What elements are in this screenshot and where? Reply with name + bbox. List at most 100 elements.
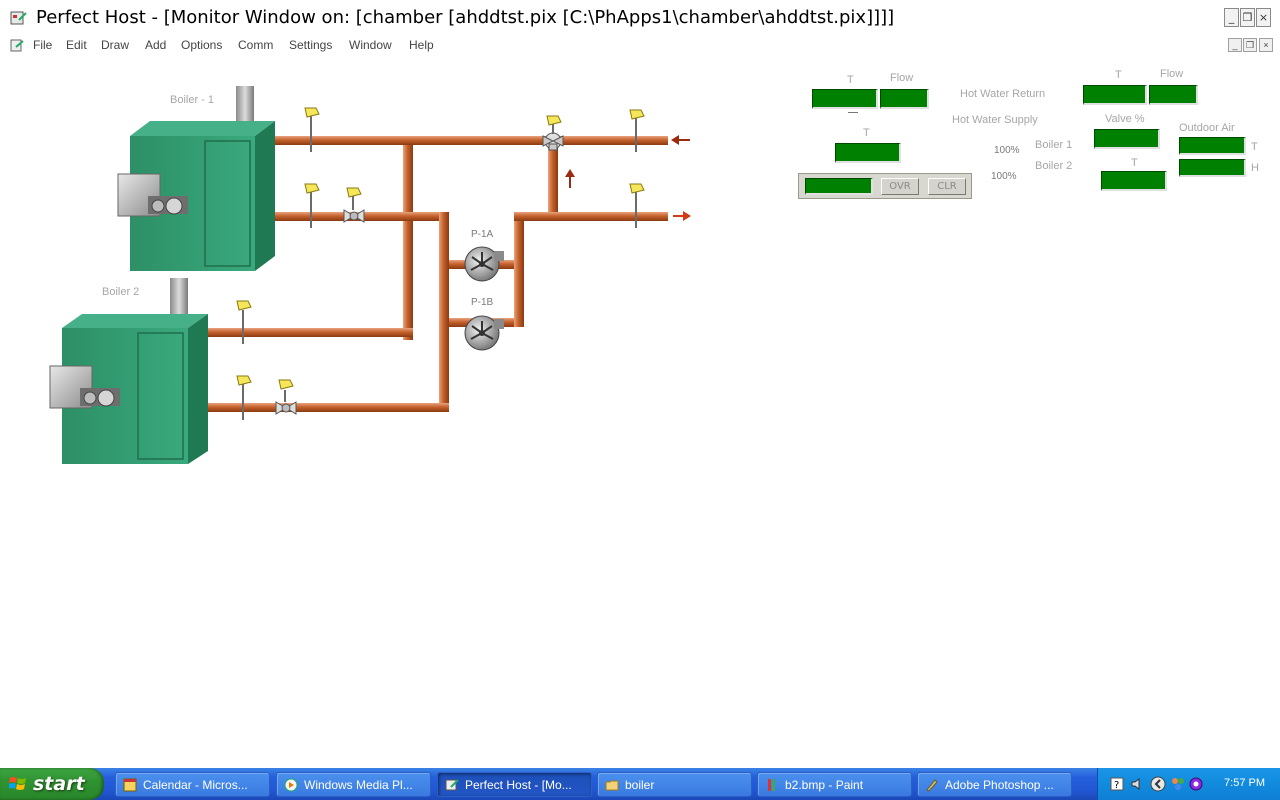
right-t-header: T xyxy=(1115,69,1122,81)
task-label: Calendar - Micros... xyxy=(143,778,248,792)
sensor-hot-water-return[interactable] xyxy=(629,109,645,152)
boiler2-stack xyxy=(170,278,188,318)
menu-comm[interactable]: Comm xyxy=(238,38,273,52)
supply-flow-arrow-icon xyxy=(673,211,691,221)
sensor-boiler1-return[interactable] xyxy=(304,107,320,152)
boiler-piping-diagram xyxy=(49,86,691,464)
close-button[interactable]: × xyxy=(1256,8,1271,27)
task-label: Adobe Photoshop ... xyxy=(945,778,1054,792)
outdoor-t-label: T xyxy=(1251,141,1258,153)
menu-file[interactable]: File xyxy=(33,38,52,52)
task-perfect-host[interactable]: Perfect Host - [Mo... xyxy=(437,772,592,797)
clock: 7:57 PM xyxy=(1224,777,1265,789)
photoshop-icon xyxy=(926,779,938,792)
menu-help[interactable]: Help xyxy=(409,38,434,52)
sensor-hot-water-supply[interactable] xyxy=(629,183,645,228)
boiler1-stack xyxy=(236,86,254,126)
boiler2-return-pipe xyxy=(208,328,413,337)
boiler-2-status-label: Boiler 2 xyxy=(1035,160,1073,172)
right-flow-header: Flow xyxy=(1160,68,1184,80)
back-arrow-icon[interactable] xyxy=(1150,776,1166,792)
hot-water-return-label: Hot Water Return xyxy=(960,88,1046,100)
bypass-pipe xyxy=(548,145,558,212)
mdi-minimize-button[interactable]: _ xyxy=(1228,38,1242,52)
menu-draw[interactable]: Draw xyxy=(101,38,129,52)
three-way-mixing-valve[interactable] xyxy=(542,132,564,151)
boiler2-label: Boiler 2 xyxy=(102,286,140,298)
folder-icon xyxy=(605,780,619,791)
mdi-close-button[interactable]: × xyxy=(1259,38,1273,52)
network-icon[interactable] xyxy=(1170,776,1186,792)
pump-b-label: P-1B xyxy=(471,297,494,308)
taskbar: start Calendar - Micros... Windows Media… xyxy=(0,768,1280,800)
help-icon[interactable]: ? xyxy=(1110,777,1124,791)
outdoor-temp-value xyxy=(1179,137,1246,155)
sensor-boiler1-valve[interactable] xyxy=(346,187,362,210)
pump-b[interactable] xyxy=(464,315,504,351)
sensor-mixing-valve[interactable] xyxy=(546,115,562,134)
start-label: start xyxy=(33,773,85,795)
boiler-1[interactable] xyxy=(117,86,275,271)
restore-button[interactable]: ❐ xyxy=(1240,8,1255,27)
outdoor-air-header: Outdoor Air xyxy=(1179,122,1235,134)
mdi-restore-button[interactable]: ❐ xyxy=(1243,38,1257,52)
task-photoshop[interactable]: Adobe Photoshop ... xyxy=(917,772,1072,797)
task-calendar[interactable]: Calendar - Micros... xyxy=(115,772,270,797)
perfect-host-icon xyxy=(445,779,459,791)
title-bar: Perfect Host - [Monitor Window on: [cham… xyxy=(0,0,1280,38)
task-paint[interactable]: b2.bmp - Paint xyxy=(757,772,912,797)
value-cursor xyxy=(848,112,858,113)
start-button[interactable]: start xyxy=(0,768,104,800)
app-icon[interactable] xyxy=(10,9,28,27)
boiler1-supply-valve[interactable] xyxy=(343,209,365,223)
speaker-icon[interactable] xyxy=(1130,777,1144,791)
bypass-flow-arrow-icon xyxy=(565,169,575,188)
boiler-1-status-value: 100% xyxy=(994,145,1020,156)
supply-header-pipe xyxy=(514,212,668,221)
supply-collector-riser xyxy=(439,212,449,412)
pipe-network xyxy=(208,136,668,412)
menu-settings[interactable]: Settings xyxy=(289,38,332,52)
menu-window[interactable]: Window xyxy=(349,38,392,52)
menu-edit[interactable]: Edit xyxy=(66,38,87,52)
ovr-button[interactable]: OVR xyxy=(881,178,919,195)
hw-return-flow-value xyxy=(1149,85,1198,105)
paint-icon xyxy=(768,779,775,791)
outdoor-humidity-value xyxy=(1179,159,1246,177)
bottom-temp-value xyxy=(1101,171,1167,191)
boiler2-supply-pipe xyxy=(208,403,449,412)
document-icon[interactable] xyxy=(9,38,25,54)
pump-a[interactable] xyxy=(464,246,504,282)
pump-a-label: P-1A xyxy=(471,229,494,240)
valve-percent-value xyxy=(1094,129,1160,149)
system-tray: ? 7:57 PM xyxy=(1097,768,1280,800)
sensor-boiler2-supply[interactable] xyxy=(236,375,252,420)
calendar-icon xyxy=(123,778,137,792)
task-label: b2.bmp - Paint xyxy=(785,778,864,792)
windows-logo-icon xyxy=(9,777,26,790)
return-temp-value xyxy=(812,89,878,109)
task-boiler-folder[interactable]: boiler xyxy=(597,772,752,797)
sensor-boiler2-valve[interactable] xyxy=(278,379,294,402)
menu-options[interactable]: Options xyxy=(181,38,222,52)
boiler-2[interactable] xyxy=(49,278,208,464)
valve-percent-header: Valve % xyxy=(1105,113,1145,125)
task-label: Windows Media Pl... xyxy=(304,778,413,792)
app-tray-icon[interactable] xyxy=(1188,776,1204,792)
setpoint-value[interactable] xyxy=(805,178,873,195)
sensor-boiler1-supply[interactable] xyxy=(304,183,320,228)
menu-add[interactable]: Add xyxy=(145,38,166,52)
return-flow-value xyxy=(880,89,929,109)
boiler-2-status-value: 100% xyxy=(991,171,1017,182)
minimize-button[interactable]: _ xyxy=(1224,8,1239,27)
return-flow-arrow-icon xyxy=(671,135,690,145)
pump-discharge-riser xyxy=(514,212,524,327)
boiler2-supply-valve[interactable] xyxy=(275,401,297,415)
boiler1-label: Boiler - 1 xyxy=(170,94,215,106)
override-control-panel: OVR CLR xyxy=(798,173,972,199)
boiler2-return-riser xyxy=(403,145,413,340)
clr-button[interactable]: CLR xyxy=(928,178,966,195)
task-media-player[interactable]: Windows Media Pl... xyxy=(276,772,431,797)
sensor-boiler2-return[interactable] xyxy=(236,300,252,344)
boiler-1-status-label: Boiler 1 xyxy=(1035,139,1073,151)
